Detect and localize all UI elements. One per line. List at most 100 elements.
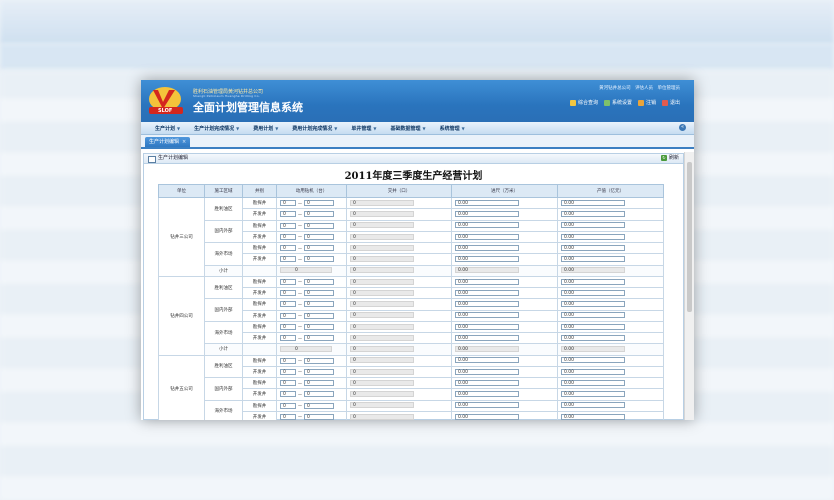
exit-button[interactable]: 退出 bbox=[661, 99, 680, 106]
rigs-max-input[interactable]: 0 bbox=[304, 222, 334, 229]
rigs-min-input[interactable]: 0 bbox=[280, 335, 296, 342]
rigs-min-input[interactable]: 0 bbox=[280, 200, 296, 207]
value-input[interactable]: 0.00 bbox=[561, 402, 625, 409]
footage-input[interactable]: 0.00 bbox=[455, 413, 519, 420]
rigs-min-input[interactable]: 0 bbox=[280, 256, 296, 263]
footage-input[interactable]: 0.00 bbox=[455, 402, 519, 409]
rigs-max-input[interactable]: 0 bbox=[304, 323, 334, 330]
rigs-min-input[interactable]: 0 bbox=[280, 245, 296, 252]
rigs-min-input[interactable]: 0 bbox=[280, 278, 296, 285]
value-input[interactable]: 0.00 bbox=[561, 199, 625, 206]
rigs-min-input[interactable]: 0 bbox=[280, 368, 296, 375]
value-input[interactable]: 0.00 bbox=[561, 379, 625, 386]
rigs-min-input[interactable]: 0 bbox=[280, 233, 296, 240]
footage-input[interactable]: 0.00 bbox=[455, 357, 519, 364]
rigs-max-input[interactable]: 0 bbox=[304, 278, 334, 285]
rigs-max-input[interactable]: 0 bbox=[304, 380, 334, 387]
rigs-max-input[interactable]: 0 bbox=[304, 290, 334, 297]
rigs-min-input[interactable]: 0 bbox=[280, 413, 296, 420]
rigs-cell: 0—0 bbox=[276, 320, 347, 334]
close-icon[interactable]: × bbox=[182, 139, 186, 145]
query-button[interactable]: 综合查询 bbox=[569, 99, 598, 106]
value-input[interactable]: 0.00 bbox=[561, 391, 625, 398]
footage-input[interactable]: 0.00 bbox=[455, 379, 519, 386]
footage-input[interactable]: 0.00 bbox=[455, 278, 519, 285]
nav-well-management[interactable]: 单井管理 ▼ bbox=[351, 125, 376, 132]
collapse-icon[interactable]: « bbox=[679, 124, 686, 131]
value-input[interactable]: 0.00 bbox=[561, 413, 625, 420]
well-type-cell: 勘探井 bbox=[242, 320, 277, 334]
tab-production-plan-edit[interactable]: 生产计划编辑 × bbox=[145, 137, 191, 147]
rigs-max-input[interactable]: 0 bbox=[304, 402, 334, 409]
rigs-min-input[interactable]: 0 bbox=[280, 290, 296, 297]
footage-input[interactable]: 0.00 bbox=[455, 199, 519, 206]
wells-value: 0 bbox=[350, 334, 414, 341]
value-input[interactable]: 0.00 bbox=[561, 256, 625, 263]
footage-cell: 0.00 bbox=[451, 275, 558, 289]
logout-button[interactable]: 注销 bbox=[637, 99, 656, 106]
rigs-min-input[interactable]: 0 bbox=[280, 391, 296, 398]
footage-input[interactable]: 0.00 bbox=[455, 256, 519, 263]
value-input[interactable]: 0.00 bbox=[561, 222, 625, 229]
value-input[interactable]: 0.00 bbox=[561, 301, 625, 308]
wells-value: 0 bbox=[350, 368, 414, 375]
footage-input[interactable]: 0.00 bbox=[455, 391, 519, 398]
vertical-scrollbar[interactable] bbox=[684, 152, 694, 420]
footage-input[interactable]: 0.00 bbox=[455, 301, 519, 308]
rigs-max-input[interactable]: 0 bbox=[304, 211, 334, 218]
footage-input[interactable]: 0.00 bbox=[455, 334, 519, 341]
rigs-max-input[interactable]: 0 bbox=[304, 413, 334, 420]
subtotal-row: 小计 0 0 0.00 0.00 bbox=[159, 264, 664, 277]
chevron-down-icon: ▼ bbox=[334, 125, 338, 131]
value-input[interactable]: 0.00 bbox=[561, 357, 625, 364]
rigs-max-input[interactable]: 0 bbox=[304, 256, 334, 263]
rigs-min-input[interactable]: 0 bbox=[280, 402, 296, 409]
footage-input[interactable]: 0.00 bbox=[455, 323, 519, 330]
value-input[interactable]: 0.00 bbox=[561, 278, 625, 285]
rigs-range: 0—0 bbox=[280, 200, 346, 207]
footage-input[interactable]: 0.00 bbox=[455, 222, 519, 229]
value-input[interactable]: 0.00 bbox=[561, 244, 625, 251]
rigs-min-input[interactable]: 0 bbox=[280, 380, 296, 387]
rigs-min-input[interactable]: 0 bbox=[280, 357, 296, 364]
rigs-max-input[interactable]: 0 bbox=[304, 301, 334, 308]
nav-basic-data[interactable]: 基础数据管理 ▼ bbox=[390, 125, 425, 132]
settings-button[interactable]: 系统设置 bbox=[603, 99, 632, 106]
rigs-max-input[interactable]: 0 bbox=[304, 200, 334, 207]
value-input[interactable]: 0.00 bbox=[561, 334, 625, 341]
footage-input[interactable]: 0.00 bbox=[455, 368, 519, 375]
wells-cell: 0 bbox=[346, 230, 452, 244]
value-input[interactable]: 0.00 bbox=[561, 368, 625, 375]
rigs-min-input[interactable]: 0 bbox=[280, 211, 296, 218]
subtotal-wells-cell: 0 bbox=[346, 264, 452, 277]
footage-input[interactable]: 0.00 bbox=[455, 233, 519, 240]
refresh-label: 刷新 bbox=[668, 155, 679, 161]
nav-cost-plan[interactable]: 费用计划 ▼ bbox=[253, 125, 278, 132]
footage-input[interactable]: 0.00 bbox=[455, 289, 519, 296]
rigs-max-input[interactable]: 0 bbox=[304, 335, 334, 342]
value-input[interactable]: 0.00 bbox=[561, 211, 625, 218]
rigs-max-input[interactable]: 0 bbox=[304, 233, 334, 240]
footage-input[interactable]: 0.00 bbox=[455, 312, 519, 319]
rigs-max-input[interactable]: 0 bbox=[304, 357, 334, 364]
value-input[interactable]: 0.00 bbox=[561, 323, 625, 330]
rigs-min-input[interactable]: 0 bbox=[280, 312, 296, 319]
rigs-max-input[interactable]: 0 bbox=[304, 391, 334, 398]
rigs-min-input[interactable]: 0 bbox=[280, 222, 296, 229]
nav-system-management[interactable]: 系统管理 ▼ bbox=[440, 125, 465, 132]
value-input[interactable]: 0.00 bbox=[561, 312, 625, 319]
rigs-max-input[interactable]: 0 bbox=[304, 368, 334, 375]
scrollbar-thumb[interactable] bbox=[687, 162, 692, 312]
nav-production-completion[interactable]: 生产计划完成情况 ▼ bbox=[194, 125, 239, 132]
rigs-min-input[interactable]: 0 bbox=[280, 301, 296, 308]
rigs-max-input[interactable]: 0 bbox=[304, 312, 334, 319]
rigs-min-input[interactable]: 0 bbox=[280, 323, 296, 330]
rigs-max-input[interactable]: 0 bbox=[304, 245, 334, 252]
footage-input[interactable]: 0.00 bbox=[455, 211, 519, 218]
value-input[interactable]: 0.00 bbox=[561, 289, 625, 296]
footage-input[interactable]: 0.00 bbox=[455, 244, 519, 251]
refresh-button[interactable]: ↻ 刷新 bbox=[660, 154, 679, 163]
value-input[interactable]: 0.00 bbox=[561, 233, 625, 240]
nav-production-plan[interactable]: 生产计划 ▼ bbox=[155, 125, 180, 132]
nav-cost-completion[interactable]: 费用计划完成情况 ▼ bbox=[292, 125, 337, 132]
